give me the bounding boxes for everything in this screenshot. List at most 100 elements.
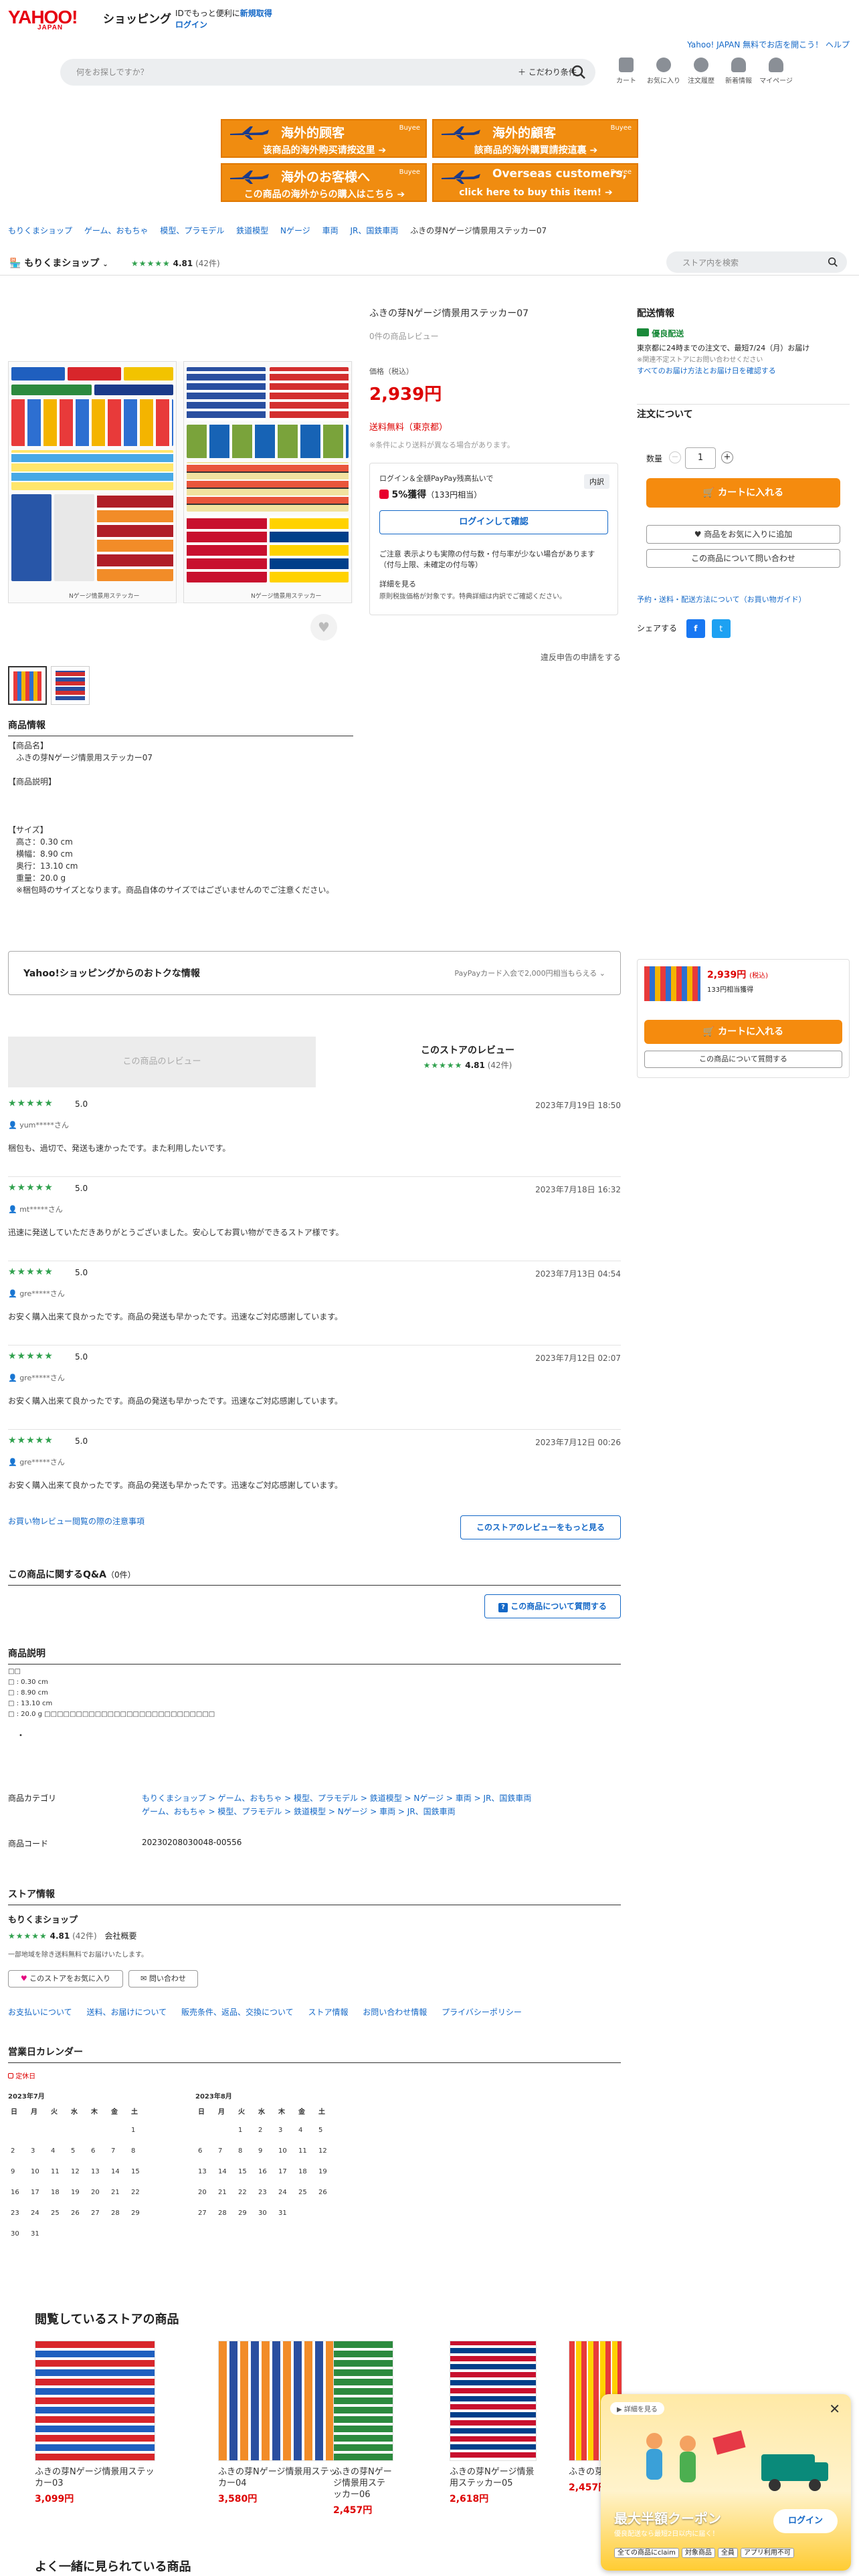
add-to-cart-button[interactable]: 🛒 カートに入れる [646,478,840,508]
calendar-week: 1 [8,2127,149,2147]
calendar-day [8,2127,28,2147]
footer-link[interactable]: 販売条件、返品、交換について [181,2008,294,2017]
search-icon[interactable] [570,64,587,81]
signup-link[interactable]: 新規取得 [240,9,272,18]
search-input[interactable]: 何をお探しですか？ [76,66,149,78]
breadcrumb-item[interactable]: ゲーム、おもちゃ [84,226,149,235]
review-user: 👤 mt*****さん [8,1204,63,1214]
store-rating[interactable]: ★★★★★ 4.81 (42件) [131,257,220,269]
qty-decrement-button[interactable]: − [669,451,681,463]
recent-item[interactable]: ふきの芽Nゲージ情景用ステッカー03 3,099円 [35,2341,155,2505]
product-inquiry-button[interactable]: この商品について問い合わせ [646,549,840,568]
calendar-week: 27 28 29 30 31 [195,2210,336,2230]
more-store-reviews-button[interactable]: このストアのレビューをもっと見る [460,1515,621,1539]
desc-line: □ : 8.90 cm [8,1689,48,1697]
point-detail-link[interactable]: 詳細を見る [379,578,416,589]
breadcrumb-item[interactable]: JR、国鉄車両 [350,226,398,235]
header-right-links[interactable]: Yahoo! JAPAN 無料でお店を開こう！ ヘルプ [687,39,850,50]
breadcrumb-item[interactable]: Nゲージ [280,226,310,235]
popup-detail-button[interactable]: ▶ 詳細を見る [610,2402,664,2415]
breadcrumb-item[interactable]: 模型、プラモデル [160,226,224,235]
banner-title: 海外的顾客 [281,126,345,140]
shopping-wordmark[interactable]: ショッピング [103,9,171,26]
facebook-icon[interactable]: f [686,619,705,638]
review-user: 👤 yum*****さん [8,1119,69,1130]
calendar-title: 営業日カレンダー [8,2045,621,2063]
notifications-label: 新着情報 [725,78,752,85]
store-menu[interactable]: 🏪 もりくまショップ ⌄ [9,256,108,270]
breadcrumb-item[interactable]: 鉄道模型 [236,226,268,235]
review-user-name: gre*****さん [19,1374,65,1382]
store-search-input[interactable]: ストア内を検索 [666,251,847,273]
favorite-heart-icon[interactable]: ♥ [310,614,337,641]
order-history-icon-button[interactable]: 注文履歴 [684,58,719,85]
notifications-icon-button[interactable]: 新着情報 [721,58,756,85]
tab-store-reviews[interactable]: このストアのレビュー ★★★★★ 4.81 (42件) [314,1043,621,1071]
spec-line: 【サイズ】 [8,825,48,835]
coupon-popup[interactable]: ▶ 詳細を見る ✕ 最大半額クーポン 優良配送なら最短2日以内に届く！ ログイン… [601,2394,851,2571]
calendar-day: 13 [91,2168,100,2175]
buyee-banner-english[interactable]: Overseas customers, Buyee click here to … [432,163,638,202]
footer-link[interactable]: ストア情報 [308,2008,348,2017]
close-icon[interactable]: ✕ [829,2401,840,2417]
qty-increment-button[interactable]: + [721,451,733,463]
recent-item[interactable]: ふきの芽Nゲージ情景用ステッカー05 2,618円 [450,2341,537,2505]
calendar-day: 22 [238,2189,247,2196]
footer-link[interactable]: お問い合わせ情報 [363,2008,427,2017]
point-breakdown-button[interactable]: 内訳 [584,474,609,489]
category-path-1[interactable]: もりくまショップ > ゲーム、おもちゃ > 模型、プラモデル > 鉄道模型 > … [142,1792,531,1804]
buyee-banner-cn-traditional[interactable]: 海外的顧客 Buyee 該商品的海外購買請按這裏 ➔ [432,119,638,158]
shopping-guide-link[interactable]: 予約・送料・配送方法について（お買い物ガイド） [637,594,806,605]
favorites-icon-button[interactable]: お気に入り [646,58,681,85]
login-link[interactable]: ログイン [175,20,207,29]
yahoo-logo[interactable]: YAHOO! JAPAN [8,7,78,31]
popup-login-button[interactable]: ログイン [773,2509,838,2533]
favorite-store-button[interactable]: ♥ このストアをお気に入り [8,1970,123,1988]
storeinfo-name[interactable]: もりくまショップ [8,1913,78,1925]
desc-body: □□ □ : 0.30 cm □ : 8.90 cm □ : 13.10 cm … [8,1667,215,1741]
product-image-gallery[interactable]: Nゲージ情景用ステッカー Nゲージ情景用ステッカー [8,361,353,603]
footer-link[interactable]: 送料、お届けについて [86,2008,167,2017]
mypage-icon-button[interactable]: マイページ [759,58,793,85]
buyee-banner-cn-simplified[interactable]: 海外的顾客 Buyee 该商品的海外购买请按这里 ➔ [221,119,427,158]
filter-button[interactable]: ＋ こだわり条件 [518,66,577,78]
report-link[interactable]: 違反申告の申請をする [541,651,621,663]
store-review-count: (42件) [195,259,220,268]
breadcrumb-item[interactable]: もりくまショップ [8,226,72,235]
deals-accordion[interactable]: Yahoo!ショッピングからのおトクな情報 PayPayカード入会で2,000円… [8,951,621,995]
calendar-day: 25 [51,2210,60,2217]
shipping-info[interactable]: 送料無料（東京都） [369,420,617,433]
category-path-2[interactable]: ゲーム、おもちゃ > 模型、プラモデル > 鉄道模型 > Nゲージ > 車両 >… [142,1806,456,1817]
thumbnail-1[interactable] [8,666,47,705]
share-label: シェアする [637,623,678,633]
search-icon[interactable] [827,256,839,268]
product-review-count[interactable]: 0件の商品レビュー [369,330,617,342]
store-contact-button[interactable]: ✉ 問い合わせ [128,1970,198,1988]
buyee-banner-japanese[interactable]: 海外のお客様へ Buyee この商品の海外からの購入はこちら ➔ [221,163,427,202]
recent-item[interactable]: ふきの芽Nゲージ情景用ステッカー04 3,580円 [218,2341,339,2505]
thumbnail-2[interactable] [51,666,90,705]
tab-product-reviews[interactable]: この商品のレビュー [8,1037,316,1087]
ask-question-button[interactable]: ? この商品について質問する [484,1594,621,1618]
sticky-cart-button[interactable]: 🛒 カートに入れる [644,1020,842,1044]
footer-link[interactable]: プライバシーポリシー [442,2008,522,2017]
buyee-logo: Buyee [399,169,420,176]
delivery-all-link[interactable]: すべてのお届け方法とお届け日を確認する [637,365,850,376]
review-notice-link[interactable]: お買い物レビュー閲覧の際の注意事項 [8,1515,145,1527]
promo-text: IDでもっと便利に [175,9,240,18]
breadcrumb-item[interactable]: 車両 [322,226,339,235]
company-profile-link[interactable]: 会社概要 [105,1931,137,1941]
sticky-ask-button[interactable]: この商品について質問する [644,1051,842,1068]
add-favorite-button[interactable]: ♥ 商品をお気に入りに追加 [646,525,840,544]
favorite-store-label: このストアをお気に入り [29,1974,111,1983]
twitter-icon[interactable]: t [711,619,731,638]
qty-input[interactable]: 1 [685,447,716,469]
recent-item[interactable]: ふきの芽Nゲージ情景用ステッカー06 2,457円 [333,2341,393,2516]
cart-icon-button[interactable]: カート [609,58,644,85]
order-title: 注文について [637,409,693,420]
search-bar[interactable]: 何をお探しですか？ ＋ こだわり条件 [60,59,595,86]
login-confirm-button[interactable]: ログインして確認 [379,510,608,534]
delivery-badge: 優良配送 [637,328,850,339]
footer-link[interactable]: お支払いについて [8,2008,72,2017]
popup-tag: 全員 [717,2548,738,2558]
